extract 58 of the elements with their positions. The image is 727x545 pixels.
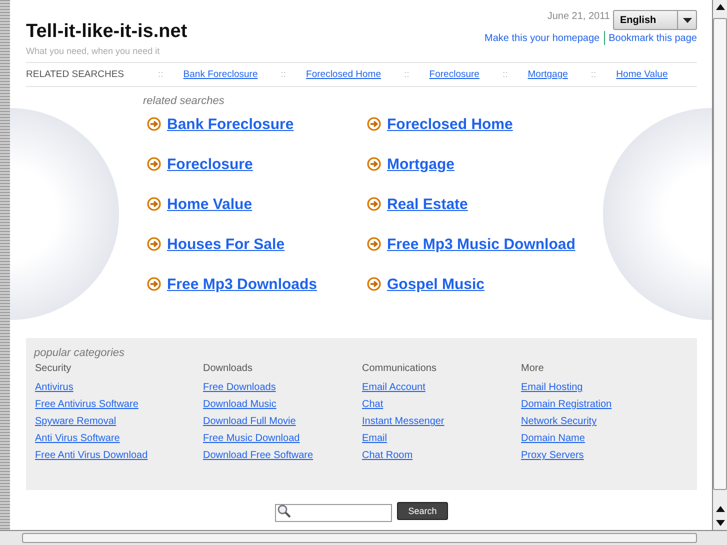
category-link[interactable]: Proxy Servers: [521, 450, 691, 461]
search-link[interactable]: Home Value: [167, 196, 252, 212]
category-link[interactable]: Chat Room: [362, 450, 521, 461]
section-heading: related searches: [143, 95, 226, 107]
separator-text: ::: [158, 69, 164, 80]
category-link[interactable]: Email: [362, 433, 521, 444]
category-link[interactable]: Network Security: [521, 416, 691, 427]
separator-text: ::: [280, 69, 286, 80]
separator-text: ::: [502, 69, 508, 80]
category-link[interactable]: Download Free Software: [203, 450, 362, 461]
header-link[interactable]: Make this your homepage: [484, 32, 600, 44]
search-link[interactable]: Foreclosed Home: [387, 116, 513, 132]
date-text: June 21, 2011: [547, 11, 610, 22]
category-link[interactable]: Spyware Removal: [35, 416, 203, 427]
category-link[interactable]: Domain Name: [521, 433, 691, 444]
category-title: Downloads: [203, 363, 254, 374]
category-link[interactable]: Download Full Movie: [203, 416, 362, 427]
search-field[interactable]: [275, 504, 392, 522]
search-link[interactable]: Foreclosure: [167, 156, 253, 172]
related-link[interactable]: Home Value: [616, 69, 668, 80]
category-link[interactable]: Instant Messenger: [362, 416, 521, 427]
section-heading: popular categories: [34, 347, 125, 359]
separator-text: ::: [404, 69, 410, 80]
related-link[interactable]: Bank Foreclosure: [183, 69, 258, 80]
search-link[interactable]: Free Mp3 Music Download: [387, 236, 576, 252]
category-link[interactable]: Anti Virus Software: [35, 433, 203, 444]
category-link[interactable]: Domain Registration: [521, 399, 691, 410]
category-title: More: [521, 363, 545, 374]
site-tagline: What you need, when you need it: [26, 46, 161, 56]
vertical-scrollbar[interactable]: [712, 0, 727, 530]
related-link[interactable]: Mortgage: [528, 69, 568, 80]
search-link[interactable]: Bank Foreclosure: [167, 116, 294, 132]
related-searches-label: RELATED SEARCHES: [26, 69, 124, 80]
related-link[interactable]: Foreclosed Home: [306, 69, 382, 80]
category-title: Security: [35, 363, 72, 374]
category-link[interactable]: Free Music Download: [203, 433, 362, 444]
related-link[interactable]: Foreclosure: [429, 69, 480, 80]
separator-text: ::: [590, 69, 596, 80]
search-link[interactable]: Free Mp3 Downloads: [167, 276, 318, 292]
search-button[interactable]: Search: [397, 502, 448, 520]
category-link[interactable]: Email Hosting: [521, 382, 691, 393]
category-link[interactable]: Chat: [362, 399, 521, 410]
search-link[interactable]: Houses For Sale: [167, 236, 285, 252]
site-title: Tell-it-like-it-is.net: [26, 21, 188, 43]
category-link[interactable]: Free Antivirus Software: [35, 399, 203, 410]
category-title: Communications: [362, 363, 438, 374]
category-link[interactable]: Free Anti Virus Download: [35, 450, 203, 461]
search-link[interactable]: Gospel Music: [387, 276, 485, 292]
category-link[interactable]: Free Downloads: [203, 382, 362, 393]
language-select[interactable]: English: [613, 10, 697, 30]
category-link[interactable]: Antivirus: [35, 382, 203, 393]
search-link[interactable]: Mortgage: [387, 156, 454, 172]
horizontal-scrollbar[interactable]: [0, 530, 727, 545]
search-icon: [277, 504, 292, 518]
category-link[interactable]: Email Account: [362, 382, 521, 393]
search-link[interactable]: Real Estate: [387, 196, 468, 212]
category-link[interactable]: Download Music: [203, 399, 362, 410]
header-link[interactable]: Bookmark this page: [608, 32, 697, 44]
